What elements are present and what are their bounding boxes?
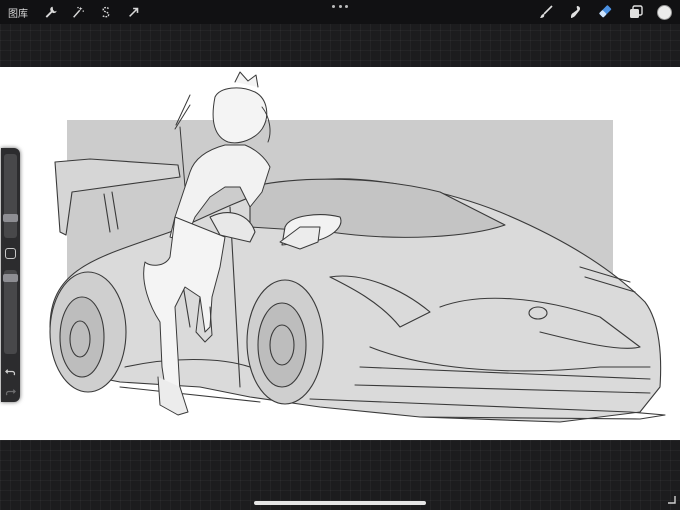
selection-s-icon bbox=[102, 6, 110, 18]
eraser-button[interactable] bbox=[597, 3, 615, 21]
top-toolbar: 图库 bbox=[0, 0, 680, 24]
brush-sidebar bbox=[1, 148, 20, 402]
opacity-slider[interactable] bbox=[3, 270, 18, 354]
color-swatch[interactable] bbox=[657, 4, 672, 20]
opacity-thumb[interactable] bbox=[3, 274, 18, 282]
adjustments-button[interactable] bbox=[70, 4, 86, 20]
undo-icon[interactable] bbox=[5, 366, 16, 377]
layers-button[interactable] bbox=[627, 3, 645, 21]
more-dots-icon[interactable] bbox=[332, 2, 348, 10]
drawing-canvas[interactable] bbox=[0, 67, 680, 440]
line-art-car-and-character bbox=[49, 71, 666, 423]
brush-button[interactable] bbox=[537, 3, 555, 21]
home-indicator[interactable] bbox=[254, 501, 426, 505]
brush-size-slider[interactable] bbox=[3, 154, 18, 238]
magic-wand-icon bbox=[73, 6, 84, 18]
selection-button[interactable] bbox=[98, 4, 114, 20]
arrow-cursor-icon bbox=[129, 7, 139, 17]
resize-corner-icon bbox=[668, 496, 676, 504]
modify-square-icon[interactable] bbox=[5, 248, 16, 259]
smudge-button[interactable] bbox=[567, 3, 585, 21]
brush-icon bbox=[540, 5, 553, 18]
eraser-icon bbox=[599, 5, 612, 18]
brush-size-thumb[interactable] bbox=[3, 214, 18, 222]
gallery-button[interactable]: 图库 bbox=[8, 5, 28, 20]
smudge-icon bbox=[571, 6, 581, 18]
actions-button[interactable] bbox=[42, 4, 58, 20]
layers-icon bbox=[630, 5, 643, 18]
transform-button[interactable] bbox=[126, 4, 142, 20]
wrench-icon bbox=[45, 6, 57, 18]
redo-icon[interactable] bbox=[5, 386, 16, 397]
